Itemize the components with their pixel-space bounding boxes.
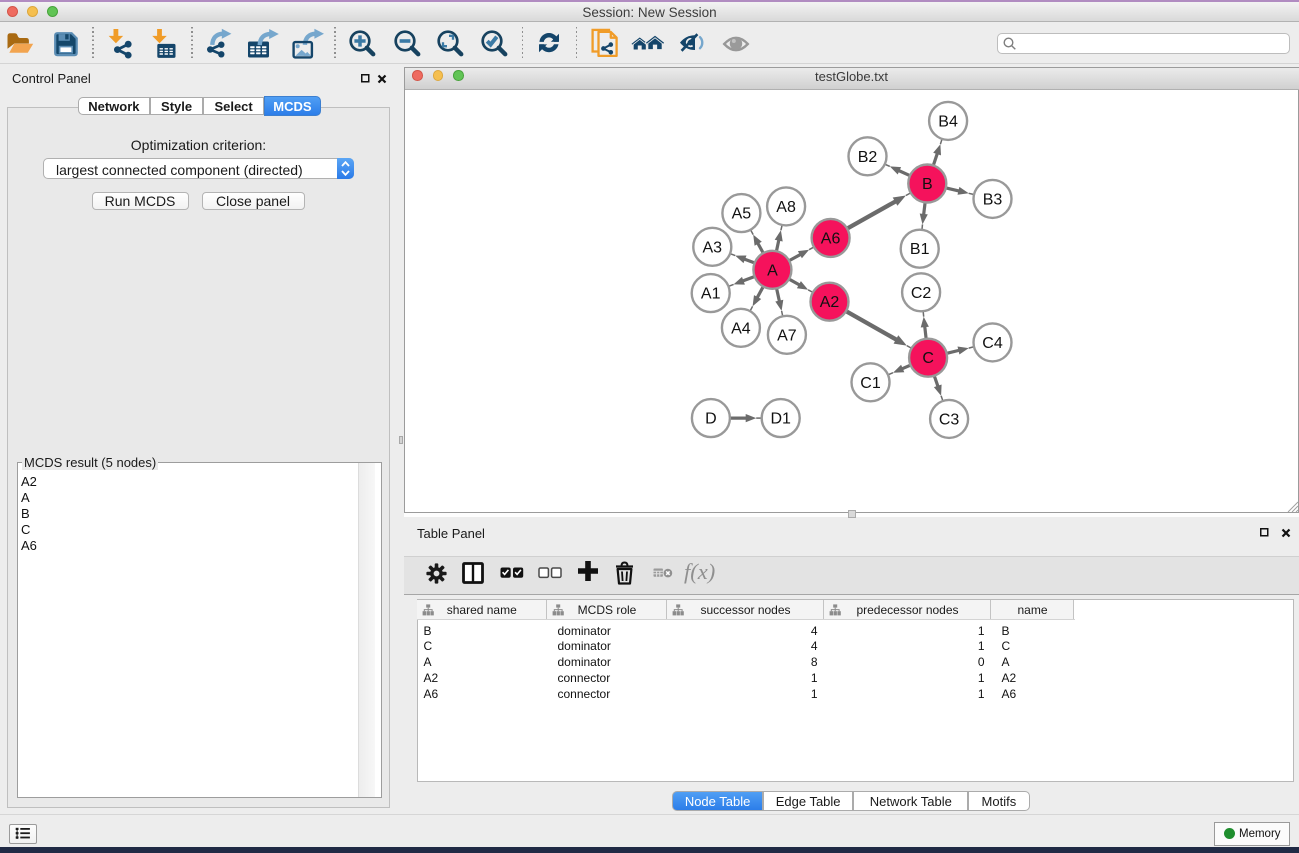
svg-text:B3: B3 <box>982 191 1002 208</box>
svg-text:C3: C3 <box>938 411 959 428</box>
svg-text:B2: B2 <box>857 148 877 165</box>
svg-text:C4: C4 <box>982 334 1003 351</box>
svg-text:C1: C1 <box>860 374 881 391</box>
svg-text:B: B <box>921 176 932 193</box>
svg-text:B4: B4 <box>938 113 958 130</box>
svg-text:A3: A3 <box>702 239 722 256</box>
svg-text:A5: A5 <box>731 205 751 222</box>
svg-text:C2: C2 <box>910 284 931 301</box>
svg-text:A4: A4 <box>731 320 751 337</box>
svg-text:C: C <box>922 350 934 367</box>
svg-text:A6: A6 <box>820 230 840 247</box>
svg-text:D: D <box>705 410 717 427</box>
svg-text:A7: A7 <box>777 327 797 344</box>
svg-text:D1: D1 <box>770 410 791 427</box>
svg-text:B1: B1 <box>909 241 929 258</box>
svg-text:A1: A1 <box>700 285 720 302</box>
svg-text:A: A <box>767 262 778 279</box>
svg-text:A8: A8 <box>776 198 796 215</box>
svg-text:A2: A2 <box>819 294 839 311</box>
